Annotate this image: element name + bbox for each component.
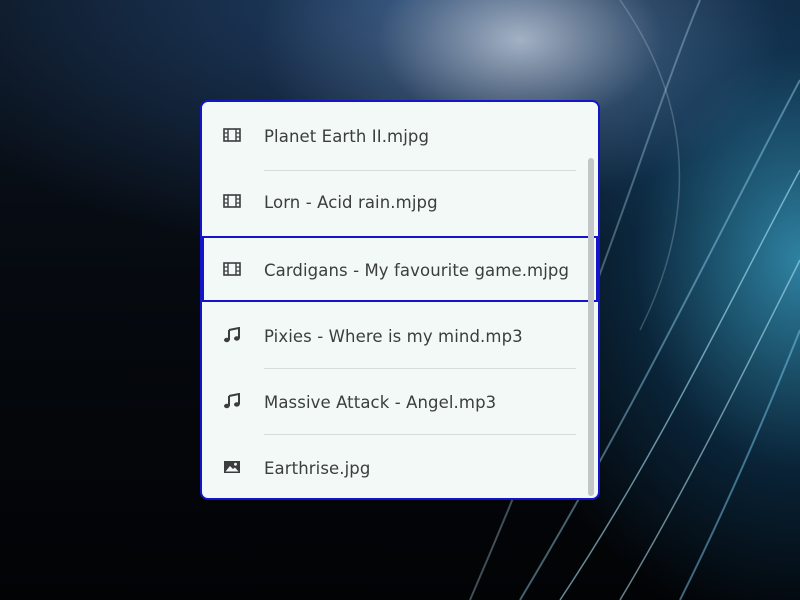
music-note-icon xyxy=(222,392,242,410)
list-item[interactable]: Earthrise.jpg xyxy=(202,434,598,498)
scrollbar-thumb[interactable] xyxy=(588,158,594,496)
list-item-label: Pixies - Where is my mind.mp3 xyxy=(264,327,523,346)
film-icon xyxy=(222,192,242,210)
scrollbar[interactable] xyxy=(588,158,594,496)
film-icon xyxy=(222,126,242,144)
file-list[interactable]: Planet Earth II.mjpg Lorn - Acid rain.mj… xyxy=(200,100,600,500)
list-item[interactable]: Planet Earth II.mjpg xyxy=(202,102,598,168)
list-item-label: Massive Attack - Angel.mp3 xyxy=(264,393,497,412)
list-item[interactable]: Massive Attack - Angel.mp3 xyxy=(202,368,598,434)
list-item-label: Cardigans - My favourite game.mjpg xyxy=(264,261,570,280)
list-item-label: Earthrise.jpg xyxy=(264,459,371,478)
list-item-label: Planet Earth II.mjpg xyxy=(264,127,430,146)
list-item-label: Lorn - Acid rain.mjpg xyxy=(264,193,438,212)
list-item[interactable]: Lorn - Acid rain.mjpg xyxy=(202,168,598,234)
list-item[interactable]: Pixies - Where is my mind.mp3 xyxy=(202,302,598,368)
music-note-icon xyxy=(222,326,242,344)
film-icon xyxy=(222,260,242,278)
image-icon xyxy=(222,458,242,476)
list-item-selected[interactable]: Cardigans - My favourite game.mjpg xyxy=(202,236,598,302)
